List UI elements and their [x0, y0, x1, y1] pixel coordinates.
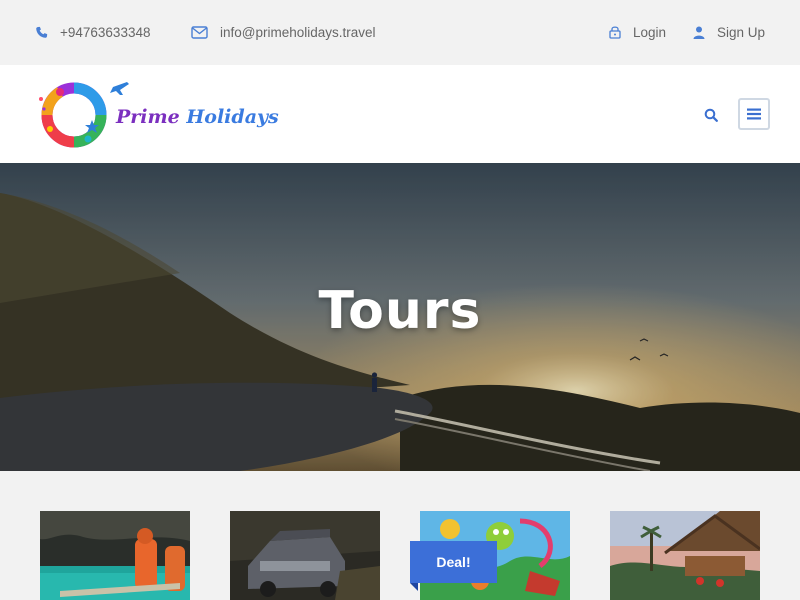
- hamburger-menu-icon: [747, 108, 761, 120]
- brand-logo[interactable]: Prime Holidays: [30, 79, 279, 151]
- tour-card-photo-resort-hut: [610, 511, 760, 600]
- menu-button[interactable]: [738, 98, 770, 130]
- deal-badge: Deal!: [410, 541, 497, 583]
- phone-number: +94763633348: [60, 24, 151, 40]
- tour-card-image[interactable]: [40, 511, 190, 600]
- tour-card-photo-cave-boat: [40, 511, 190, 600]
- login-label: Login: [633, 24, 667, 40]
- search-icon: [704, 108, 718, 122]
- main-header: Prime Holidays: [0, 65, 800, 163]
- brand-name-part2: Holidays: [186, 106, 279, 128]
- tour-cards-section: [0, 471, 800, 600]
- signup-label: Sign Up: [717, 24, 766, 40]
- tour-card-image[interactable]: [610, 511, 760, 600]
- search-button[interactable]: [700, 104, 722, 126]
- hero-banner: Tours: [0, 163, 800, 471]
- login-link[interactable]: Login: [609, 24, 666, 40]
- tour-card-image[interactable]: [230, 511, 380, 600]
- brand-name-part1: Prime: [116, 106, 180, 128]
- phone-contact[interactable]: +94763633348: [35, 24, 150, 40]
- email-contact[interactable]: info@primeholidays.travel: [191, 24, 376, 40]
- signup-link[interactable]: Sign Up: [693, 24, 765, 40]
- tour-card-photo-jeep: [230, 511, 380, 600]
- top-bar: +94763633348 info@primeholidays.travel L…: [0, 0, 800, 65]
- email-address: info@primeholidays.travel: [220, 24, 376, 40]
- envelope-icon: [191, 25, 208, 39]
- page-title: Tours: [318, 281, 482, 341]
- deal-badge-fold: [410, 583, 418, 591]
- user-icon: [693, 26, 705, 39]
- brand-name: Prime Holidays: [116, 106, 279, 128]
- lock-icon: [609, 26, 621, 39]
- phone-icon: [36, 26, 48, 38]
